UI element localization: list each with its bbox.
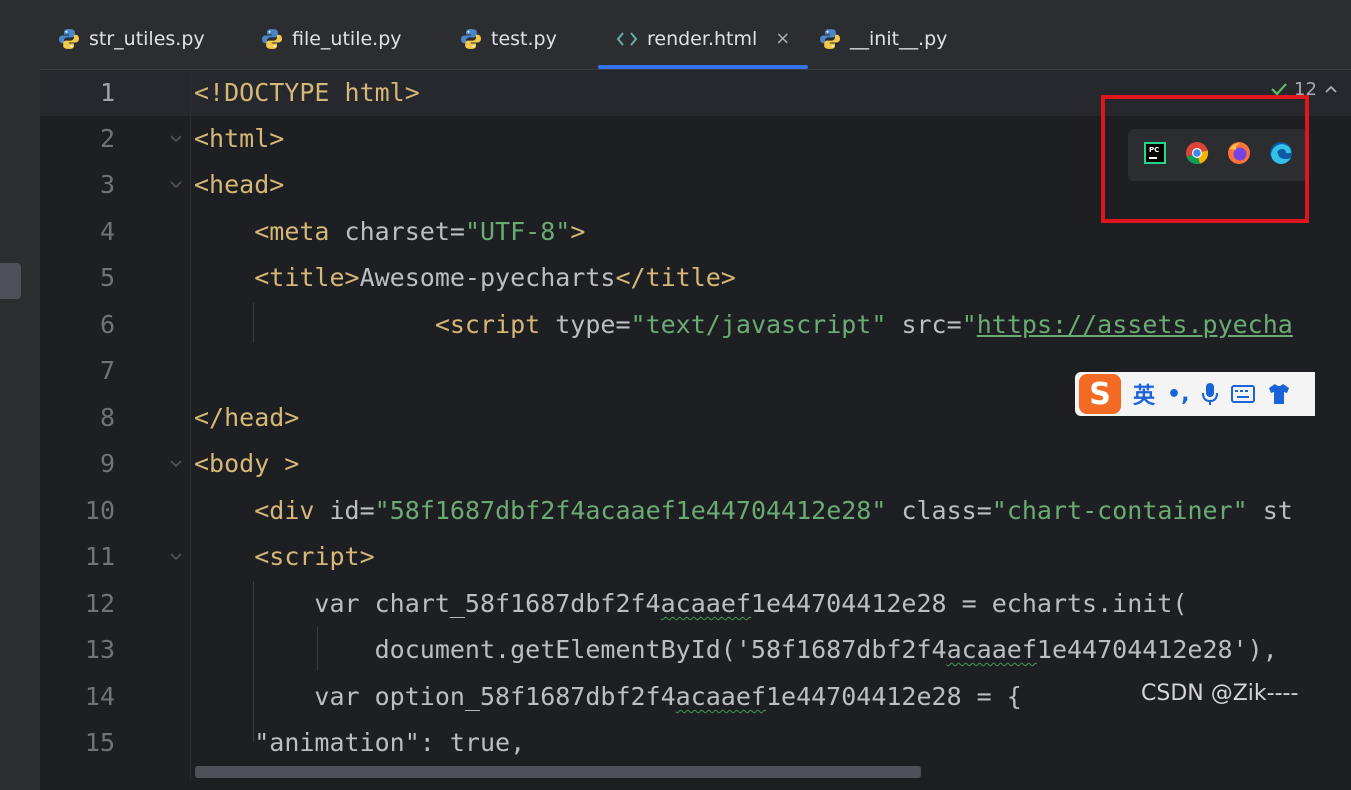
code-line: 6 <script type="text/javascript" src="ht… xyxy=(40,302,1351,348)
code-text: </head> xyxy=(194,403,300,432)
line-number: 8 xyxy=(99,403,115,432)
watermark: CSDN @Zik---- xyxy=(1141,681,1299,706)
chevron-up-icon[interactable] xyxy=(1323,82,1339,96)
tab-label: file_utile.py xyxy=(292,27,402,50)
code-line: 15 "animation": true, xyxy=(40,720,1351,766)
line-number: 14 xyxy=(84,682,115,711)
python-file-icon xyxy=(819,28,841,50)
code-text: var option_58f1687dbf2f4acaaef1e44704412… xyxy=(314,682,1022,711)
code-text: <script type="text/javascript" src="http… xyxy=(434,310,1293,339)
code-text: <meta charset="UTF-8"> xyxy=(254,217,586,246)
line-number: 3 xyxy=(99,170,115,199)
code-line: 9 <body > xyxy=(40,441,1351,487)
line-number: 15 xyxy=(84,728,115,757)
line-number: 2 xyxy=(99,124,115,153)
line-number: 7 xyxy=(99,356,115,385)
script-src-link[interactable]: https://assets.pyecha xyxy=(977,310,1293,339)
code-text: var chart_58f1687dbf2f4acaaef1e44704412e… xyxy=(314,589,1188,618)
keyboard-icon[interactable] xyxy=(1231,384,1256,404)
html-file-icon xyxy=(616,30,638,48)
python-file-icon xyxy=(58,28,80,50)
microphone-icon[interactable] xyxy=(1201,382,1219,406)
code-text: <body > xyxy=(194,449,300,478)
code-line: 11 <script> xyxy=(40,534,1351,580)
code-line: 5 <title>Awesome-pyecharts</title> xyxy=(40,255,1351,301)
code-line: 10 <div id="58f1687dbf2f4acaaef1e4470441… xyxy=(40,488,1351,534)
code-text: document.getElementById('58f1687dbf2f4ac… xyxy=(374,635,1278,664)
line-number: 9 xyxy=(99,449,115,478)
fold-chevron-icon[interactable] xyxy=(167,455,185,473)
code-line: 12 var chart_58f1687dbf2f4acaaef1e447044… xyxy=(40,581,1351,627)
sogou-logo-icon[interactable]: S xyxy=(1079,374,1121,414)
ime-punctuation-toggle[interactable]: •, xyxy=(1167,382,1189,407)
code-text: <head> xyxy=(194,170,285,199)
line-number: 1 xyxy=(99,78,115,107)
code-text: <title>Awesome-pyecharts</title> xyxy=(254,263,736,292)
tool-window-marker[interactable] xyxy=(0,263,21,299)
tab-label: str_utiles.py xyxy=(89,27,205,50)
code-text: <!DOCTYPE html> xyxy=(194,78,420,107)
tab-render-html[interactable]: render.html × xyxy=(598,8,809,69)
python-file-icon xyxy=(261,28,283,50)
ime-toolbar: S 英 •, xyxy=(1075,372,1315,416)
close-tab-icon[interactable]: × xyxy=(775,28,790,49)
code-text: <html> xyxy=(194,124,285,153)
line-number: 5 xyxy=(99,263,115,292)
line-number: 10 xyxy=(84,496,115,525)
line-number: 12 xyxy=(84,589,115,618)
code-text: <div id="58f1687dbf2f4acaaef1e44704412e2… xyxy=(254,496,1293,525)
ime-mode-toggle[interactable]: 英 xyxy=(1133,378,1155,410)
annotation-highlight-box xyxy=(1101,95,1309,223)
tab-label: test.py xyxy=(491,27,557,50)
horizontal-scrollbar-thumb[interactable] xyxy=(195,766,921,778)
line-number: 11 xyxy=(84,542,115,571)
fold-chevron-icon[interactable] xyxy=(167,176,185,194)
title-strip xyxy=(0,0,1351,8)
line-number: 13 xyxy=(84,635,115,664)
line-number: 4 xyxy=(99,217,115,246)
fold-chevron-icon[interactable] xyxy=(167,130,185,148)
tab-label: __init__.py xyxy=(850,27,948,50)
tab-str-utiles[interactable]: str_utiles.py xyxy=(58,8,205,69)
skin-shirt-icon[interactable] xyxy=(1267,383,1291,405)
tab-init[interactable]: __init__.py xyxy=(819,8,947,69)
tab-label: render.html xyxy=(647,27,758,50)
code-text: <script> xyxy=(254,542,375,571)
code-text: "animation": true, xyxy=(254,728,526,757)
line-number: 6 xyxy=(99,310,115,339)
tab-file-utile[interactable]: file_utile.py xyxy=(261,8,402,69)
left-tool-strip xyxy=(0,8,41,790)
python-file-icon xyxy=(460,28,482,50)
fold-chevron-icon[interactable] xyxy=(167,548,185,566)
editor-tabs: str_utiles.py file_utile.py test.py rend… xyxy=(40,8,1351,70)
tab-test[interactable]: test.py xyxy=(460,8,557,69)
code-line: 13 document.getElementById('58f1687dbf2f… xyxy=(40,627,1351,673)
